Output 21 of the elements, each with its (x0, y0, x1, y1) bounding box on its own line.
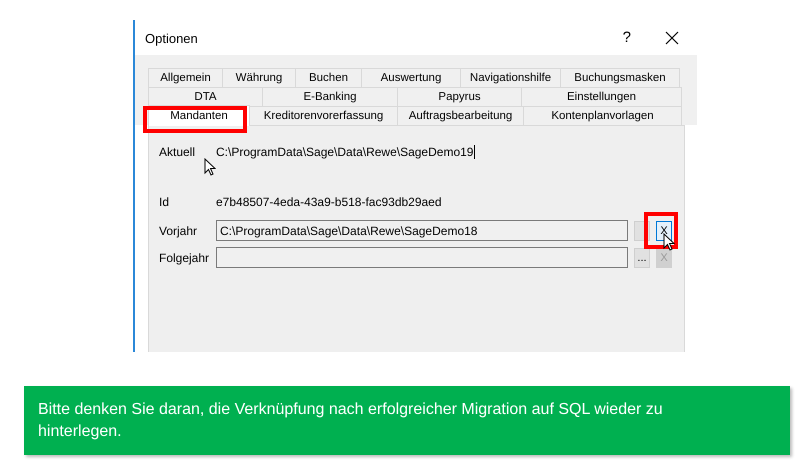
tab[interactable]: Allgemein (148, 68, 223, 87)
mouse-pointer-icon (663, 232, 675, 250)
field-value: C:\ProgramData\Sage\Data\Rewe\SageDemo19 (216, 145, 474, 159)
tab[interactable]: Kontenplanvorlagen (523, 106, 682, 125)
tab[interactable]: DTA (148, 87, 263, 106)
field-label: Id (159, 195, 170, 209)
path-field[interactable]: C:\ProgramData\Sage\Data\Rewe\SageDemo18 (216, 220, 628, 241)
browse-button[interactable]: ... (634, 248, 650, 268)
help-button[interactable]: ? (622, 29, 631, 46)
field-value: e7b48507-4eda-43a9-b518-fac93db29aed (216, 195, 442, 209)
window-title: Optionen (145, 31, 199, 46)
field-label: Aktuell (159, 145, 196, 159)
field-label: Vorjahr (159, 224, 198, 238)
info-banner: Bitte denken Sie daran, die Verknüpfung nach erfolgreicher Migration auf SQL wieder zu hinterlegen. (24, 386, 790, 455)
path-field[interactable] (216, 247, 628, 268)
tab[interactable]: Buchungsmasken (560, 68, 680, 87)
clear-button[interactable]: X (656, 220, 672, 240)
tab[interactable]: Einstellungen (521, 87, 682, 106)
mouse-pointer-icon (204, 158, 216, 176)
field-label: Folgejahr (159, 250, 210, 264)
close-icon[interactable] (665, 30, 679, 44)
